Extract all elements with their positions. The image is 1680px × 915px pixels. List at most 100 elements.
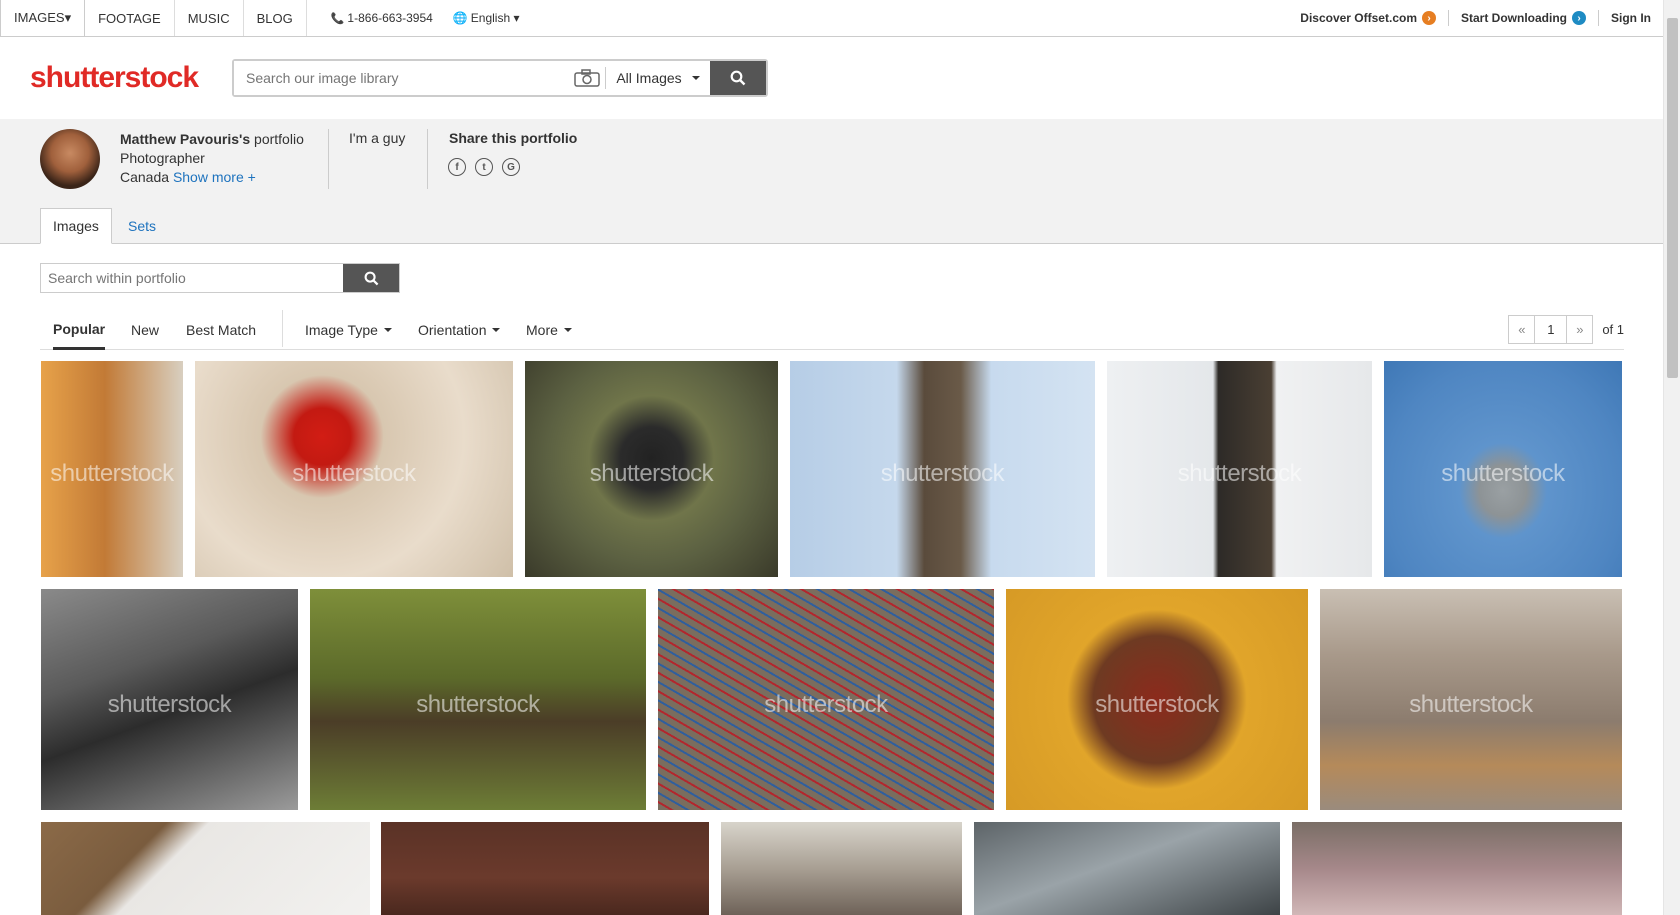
filter-orientation-label: Orientation (418, 322, 487, 338)
profile-name-suffix: portfolio (250, 131, 304, 147)
globe-icon: 🌐 (452, 11, 468, 25)
sort-new[interactable]: New (131, 310, 159, 350)
nav-tab-footage[interactable]: FOOTAGE (85, 0, 175, 36)
image-tile[interactable]: shutterstock (1320, 589, 1622, 810)
image-tile[interactable]: shutterstock (525, 361, 778, 577)
filter-orientation[interactable]: Orientation (418, 310, 501, 350)
image-tile[interactable]: shutterstock (195, 361, 513, 577)
portfolio-search-input[interactable] (41, 264, 343, 292)
portfolio-search-button[interactable] (343, 264, 399, 292)
search-button[interactable] (710, 61, 766, 95)
phone-text: 1-866-663-3954 (347, 11, 433, 25)
profile-country: Canada (120, 169, 170, 185)
nav-tab-blog-label: BLOG (256, 10, 293, 26)
site-header: shutterstock All Images (0, 37, 1663, 119)
next-page-label: » (1576, 322, 1584, 337)
image-tile[interactable]: shutterstock (1384, 361, 1622, 577)
portfolio-profile: Matthew Pavouris's portfolio Photographe… (0, 119, 1663, 199)
phone-icon: 📞 (330, 12, 345, 25)
language-selector[interactable]: 🌐 English ▾ (443, 0, 530, 36)
nav-tab-blog[interactable]: BLOG (244, 0, 307, 36)
divider (328, 129, 329, 189)
nav-tab-images-label: IMAGES▾ (14, 10, 72, 25)
image-tile[interactable] (381, 822, 709, 915)
nav-tab-music-label: MUSIC (187, 10, 230, 26)
sort-bar: Popular New Best Match Image Type Orient… (40, 310, 1624, 350)
watermark: shutterstock (1441, 460, 1565, 488)
nav-tab-images[interactable]: IMAGES▾ (0, 0, 86, 36)
show-more-link[interactable]: Show more + (173, 169, 256, 185)
sort-popular-label: Popular (53, 320, 106, 337)
share-icons: f t G (448, 158, 520, 176)
watermark: shutterstock (880, 460, 1005, 488)
sort-popular[interactable]: Popular (53, 310, 106, 350)
page-number[interactable]: 1 (1534, 315, 1568, 344)
search-icon (364, 271, 378, 285)
watermark: shutterstock (292, 460, 416, 488)
image-tile[interactable]: shutterstock (41, 589, 298, 810)
watermark: shutterstock (589, 460, 714, 488)
watermark: shutterstock (107, 690, 232, 718)
arrow-right-icon: › (1422, 11, 1436, 25)
image-tile[interactable]: shutterstock (1107, 361, 1372, 577)
avatar (40, 129, 100, 189)
sign-in-link[interactable]: Sign In (1599, 10, 1663, 26)
facebook-icon[interactable]: f (448, 158, 466, 176)
watermark: shutterstock (1177, 460, 1302, 488)
tab-images[interactable]: Images (40, 208, 112, 244)
portfolio-tabs: Images Sets (0, 199, 1663, 244)
image-tile[interactable]: shutterstock (658, 589, 994, 810)
sign-in-label: Sign In (1611, 11, 1651, 25)
prev-page-button[interactable]: « (1508, 315, 1536, 344)
watermark: shutterstock (50, 460, 174, 488)
image-tile[interactable]: shutterstock (310, 589, 646, 810)
sort-new-label: New (131, 322, 160, 338)
start-downloading-label: Start Downloading (1461, 11, 1567, 25)
nav-tab-music[interactable]: MUSIC (175, 0, 244, 36)
image-tile[interactable] (1292, 822, 1622, 915)
caret-down-icon (691, 76, 700, 80)
watermark: shutterstock (1409, 690, 1533, 718)
filter-more-label: More (526, 322, 558, 338)
language-label: English ▾ (470, 11, 520, 25)
image-tile[interactable]: shutterstock (41, 361, 183, 577)
nav-tab-footage-label: FOOTAGE (98, 10, 161, 26)
discover-offset-link[interactable]: Discover Offset.com › (1288, 10, 1449, 26)
profile-info: Matthew Pavouris's portfolio Photographe… (120, 130, 304, 187)
twitter-icon[interactable]: t (475, 158, 493, 176)
image-tile[interactable] (41, 822, 370, 915)
scope-label: All Images (616, 70, 682, 86)
search-icon (730, 70, 746, 86)
google-plus-icon[interactable]: G (502, 158, 520, 176)
caret-down-icon (383, 328, 392, 332)
top-navigation: IMAGES▾ FOOTAGE MUSIC BLOG 📞 1-866-663-3… (0, 0, 1663, 37)
next-page-button[interactable]: » (1566, 315, 1594, 344)
tab-sets[interactable]: Sets (116, 208, 168, 244)
pagination: « 1 » of 1 (1508, 315, 1624, 344)
watermark: shutterstock (764, 690, 888, 718)
image-tile[interactable]: shutterstock (1006, 589, 1308, 810)
start-downloading-link[interactable]: Start Downloading › (1449, 10, 1599, 26)
prev-page-label: « (1518, 322, 1526, 337)
filter-image-type[interactable]: Image Type (305, 310, 392, 350)
scope-dropdown[interactable]: All Images (606, 61, 710, 95)
page-count: of 1 (1602, 322, 1624, 337)
profile-bio: I'm a guy (349, 130, 406, 146)
image-tile[interactable] (721, 822, 962, 915)
arrow-right-icon: › (1572, 11, 1586, 25)
filter-more[interactable]: More (526, 310, 572, 350)
phone-number: 📞 1-866-663-3954 (307, 0, 443, 36)
shutterstock-logo[interactable]: shutterstock (30, 61, 199, 95)
watermark: shutterstock (416, 690, 540, 718)
scrollbar-thumb[interactable] (1667, 18, 1678, 378)
image-tile[interactable]: shutterstock (790, 361, 1095, 577)
watermark: shutterstock (1095, 690, 1219, 718)
divider (427, 129, 428, 189)
image-tile[interactable] (974, 822, 1280, 915)
sort-best-match[interactable]: Best Match (186, 310, 256, 350)
page-scrollbar[interactable] (1663, 0, 1680, 915)
caret-down-icon (492, 328, 501, 332)
camera-icon[interactable] (568, 67, 606, 89)
caret-down-icon (563, 328, 572, 332)
main-search-input[interactable] (234, 61, 568, 95)
